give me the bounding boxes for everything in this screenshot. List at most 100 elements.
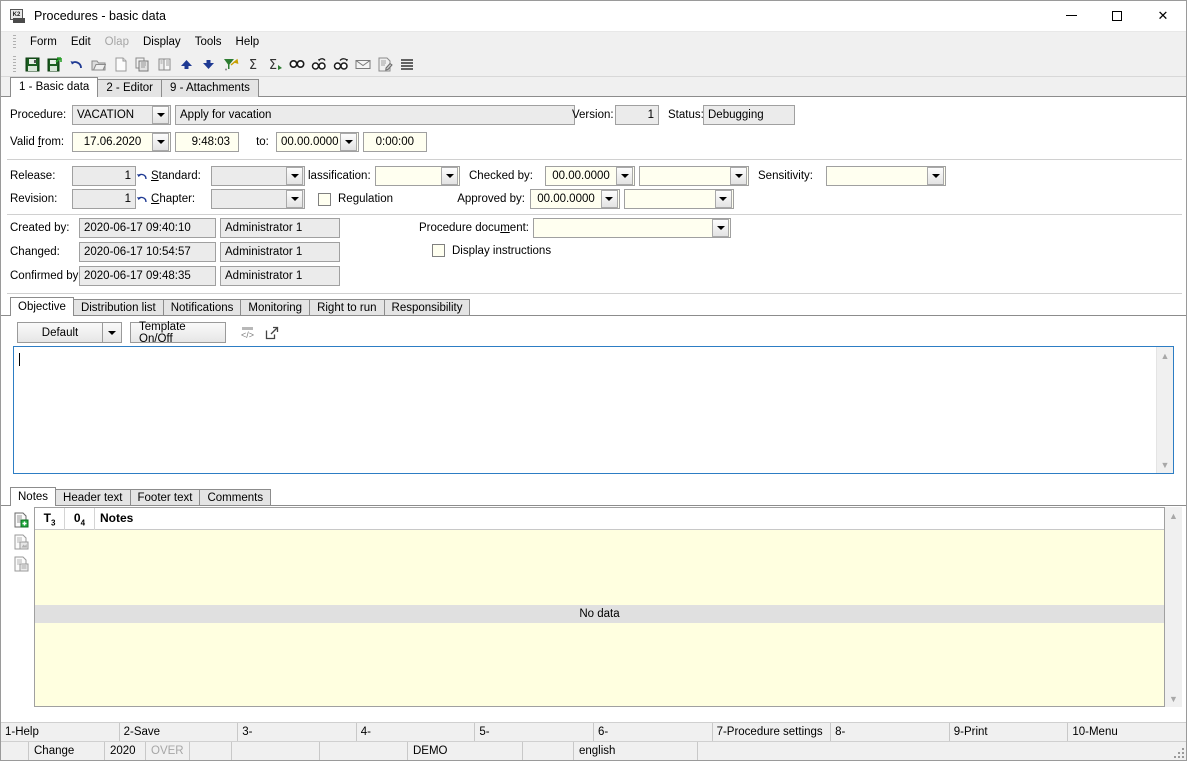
new-document-icon[interactable] (110, 54, 131, 75)
menu-edit[interactable]: Edit (64, 35, 98, 49)
menu-list-icon[interactable] (396, 54, 417, 75)
menu-display[interactable]: Display (136, 35, 188, 49)
move-up-icon[interactable] (176, 54, 197, 75)
filter-icon[interactable] (220, 54, 241, 75)
fkey-1[interactable]: 1-Help (1, 723, 120, 741)
menu-tools[interactable]: Tools (188, 35, 229, 49)
chevron-down-icon[interactable] (441, 167, 458, 185)
valid-to-date-select[interactable]: 00.00.0000 (276, 132, 359, 152)
column-header-0[interactable]: 04 (65, 508, 95, 530)
fkey-6[interactable]: 6- (594, 723, 713, 741)
tab-editor[interactable]: 2 - Editor (97, 79, 162, 97)
chevron-down-icon[interactable] (102, 323, 121, 342)
tab-notifications[interactable]: Notifications (162, 299, 242, 316)
fkey-4[interactable]: 4- (357, 723, 476, 741)
menu-help[interactable]: Help (229, 35, 267, 49)
checked-by-date-select[interactable]: 00.00.0000 (545, 166, 635, 186)
notes-grid-body[interactable]: No data (35, 530, 1164, 706)
reset-chapter-icon[interactable] (136, 192, 149, 206)
chevron-down-icon[interactable] (730, 167, 747, 185)
tab-objective[interactable]: Objective (10, 297, 74, 316)
fkey-5[interactable]: 5- (475, 723, 594, 741)
fkey-2[interactable]: 2-Save (120, 723, 239, 741)
maximize-button[interactable] (1094, 1, 1140, 31)
scroll-down-icon[interactable]: ▼ (1157, 456, 1174, 473)
approved-by-date-select[interactable]: 00.00.0000 (529, 189, 620, 209)
chevron-down-icon[interactable] (286, 167, 303, 185)
undo-icon[interactable] (66, 54, 87, 75)
open-external-icon[interactable] (262, 323, 282, 343)
procedure-name-field[interactable]: Apply for vacation (175, 105, 575, 125)
tab-right-to-run[interactable]: Right to run (309, 299, 385, 316)
release-field[interactable]: 1 (72, 166, 136, 186)
view-note-icon[interactable] (11, 532, 31, 551)
tab-responsibility[interactable]: Responsibility (383, 299, 471, 316)
save-as-icon[interactable] (44, 54, 65, 75)
fkey-7[interactable]: 7-Procedure settings (713, 723, 832, 741)
valid-from-date-select[interactable]: 17.06.2020 (72, 132, 171, 152)
close-button[interactable]: ✕ (1140, 1, 1186, 31)
notes-grid[interactable]: T3 04 Notes No data (34, 507, 1165, 707)
changed-user-field[interactable]: Administrator 1 (220, 242, 340, 262)
standard-select[interactable] (211, 166, 305, 186)
menu-form[interactable]: Form (23, 35, 64, 49)
fkey-3[interactable]: 3- (238, 723, 357, 741)
objective-editor-scrollbar[interactable]: ▲ ▼ (1156, 347, 1173, 473)
regulation-checkbox[interactable] (318, 192, 331, 206)
chapter-select[interactable] (211, 189, 305, 209)
find-previous-icon[interactable] (308, 54, 329, 75)
tab-monitoring[interactable]: Monitoring (240, 299, 311, 316)
fkey-8[interactable]: 8- (831, 723, 950, 741)
created-by-user-field[interactable]: Administrator 1 (220, 218, 340, 238)
valid-to-time-field[interactable]: 0:00:00 (363, 132, 427, 152)
save-icon[interactable] (22, 54, 43, 75)
objective-editor-text[interactable] (14, 347, 1156, 473)
copy-note-icon[interactable] (11, 554, 31, 573)
paste-icon[interactable] (154, 54, 175, 75)
template-select[interactable]: Default (17, 322, 122, 343)
scroll-up-icon[interactable]: ▲ (1157, 347, 1174, 364)
tab-distribution-list[interactable]: Distribution list (72, 299, 164, 316)
tab-attachments[interactable]: 9 - Attachments (161, 79, 259, 97)
fkey-10[interactable]: 10-Menu (1068, 723, 1186, 741)
confirmed-by-date-field[interactable]: 2020-06-17 09:48:35 (79, 266, 216, 286)
column-header-t[interactable]: T3 (35, 508, 65, 530)
resize-grip[interactable] (1170, 746, 1186, 760)
created-by-date-field[interactable]: 2020-06-17 09:40:10 (79, 218, 216, 238)
edit-note-icon[interactable] (374, 54, 395, 75)
tab-footer-text[interactable]: Footer text (129, 489, 201, 506)
code-tag-icon[interactable]: </> (237, 323, 257, 343)
chevron-down-icon[interactable] (152, 133, 169, 151)
revision-field[interactable]: 1 (72, 189, 136, 209)
copy-icon[interactable] (132, 54, 153, 75)
notes-grid-scrollbar[interactable]: ▲ ▼ (1165, 507, 1182, 707)
chevron-down-icon[interactable] (714, 190, 732, 208)
changed-date-field[interactable]: 2020-06-17 10:54:57 (79, 242, 216, 262)
chevron-down-icon[interactable] (286, 190, 303, 208)
chevron-down-icon[interactable] (927, 167, 944, 185)
display-instructions-checkbox[interactable] (432, 244, 445, 257)
new-note-icon[interactable] (11, 510, 31, 529)
move-down-icon[interactable] (198, 54, 219, 75)
fkey-9[interactable]: 9-Print (950, 723, 1069, 741)
sensitivity-select[interactable] (826, 166, 946, 186)
valid-from-time-field[interactable]: 9:48:03 (175, 132, 239, 152)
mail-icon[interactable] (352, 54, 373, 75)
tab-comments[interactable]: Comments (199, 489, 272, 506)
scroll-down-icon[interactable]: ▼ (1165, 690, 1182, 707)
tab-basic-data[interactable]: 1 - Basic data (10, 77, 99, 97)
open-folder-icon[interactable] (88, 54, 109, 75)
column-header-notes[interactable]: Notes (95, 508, 1164, 530)
chevron-down-icon[interactable] (616, 167, 633, 185)
chevron-down-icon[interactable] (712, 219, 729, 237)
chevron-down-icon[interactable] (340, 133, 357, 151)
sum-icon[interactable]: Σ (242, 54, 263, 75)
procedure-document-select[interactable] (533, 218, 731, 238)
approved-by-user-select[interactable] (623, 189, 734, 209)
chevron-down-icon[interactable] (600, 190, 618, 208)
template-onoff-button[interactable]: Template On/Off (130, 321, 226, 345)
procedure-select[interactable]: VACATION (72, 105, 171, 125)
find-icon[interactable] (286, 54, 307, 75)
checked-by-user-select[interactable] (639, 166, 749, 186)
sum-filter-icon[interactable]: Σ (264, 54, 285, 75)
